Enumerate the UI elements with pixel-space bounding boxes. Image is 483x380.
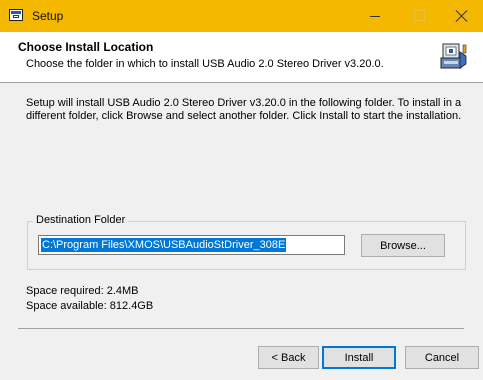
page-title: Choose Install Location	[18, 40, 154, 54]
page-subtitle: Choose the folder in which to install US…	[26, 58, 384, 70]
installer-icon	[440, 43, 467, 69]
maximize-icon[interactable]	[397, 0, 441, 32]
minimize-icon[interactable]	[353, 0, 397, 32]
window-title: Setup	[32, 9, 64, 23]
destination-path-text: C:\Program Files\XMOS\USBAudioStDriver_3…	[41, 238, 287, 252]
title-bar[interactable]: Setup	[0, 0, 483, 32]
footer-divider	[18, 328, 464, 329]
install-description: Setup will install USB Audio 2.0 Stereo …	[26, 97, 462, 122]
install-button[interactable]: Install	[322, 346, 396, 369]
wizard-header: Choose Install Location Choose the folde…	[0, 32, 483, 83]
app-icon	[9, 9, 23, 21]
cancel-button[interactable]: Cancel	[405, 346, 479, 369]
browse-button[interactable]: Browse...	[361, 234, 445, 257]
space-available: Space available: 812.4GB	[26, 300, 154, 312]
close-icon[interactable]	[439, 0, 483, 32]
destination-path-input[interactable]: C:\Program Files\XMOS\USBAudioStDriver_3…	[38, 235, 345, 255]
space-required: Space required: 2.4MB	[26, 285, 139, 297]
destination-folder-label: Destination Folder	[33, 214, 129, 226]
back-button[interactable]: < Back	[258, 346, 319, 369]
